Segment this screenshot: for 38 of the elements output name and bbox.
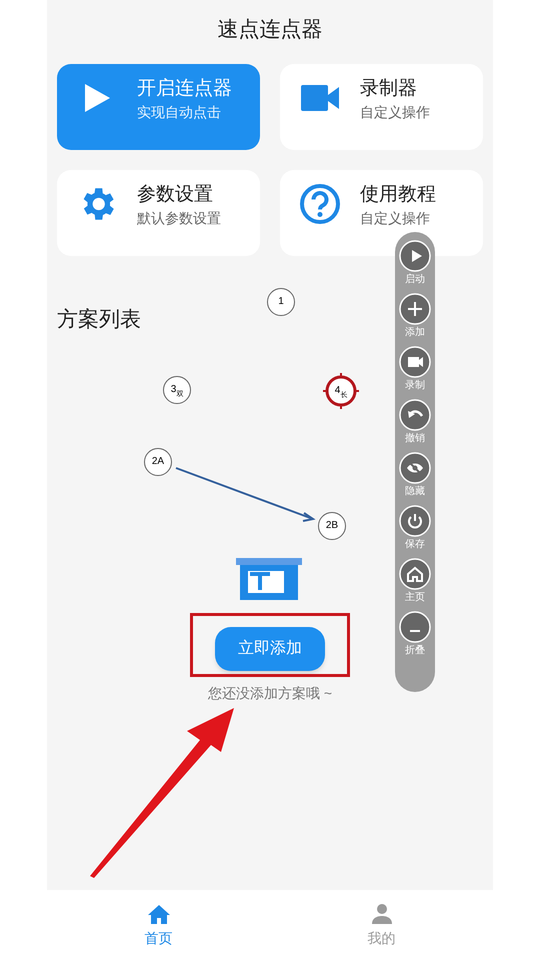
section-title: 方案列表	[57, 307, 141, 333]
play-icon	[399, 240, 431, 272]
home-icon	[146, 902, 172, 926]
toolbar-button[interactable]: 撤销	[399, 399, 431, 446]
card-subtitle: 自定义操作	[360, 209, 431, 228]
toolbar-button[interactable]: 录制	[399, 346, 431, 393]
feature-card[interactable]: 开启连点器 实现自动点击	[57, 64, 260, 150]
card-subtitle: 实现自动点击	[137, 103, 222, 122]
card-title: 使用教程	[360, 183, 436, 207]
card-subtitle: 默认参数设置	[137, 209, 221, 228]
toolbar-button[interactable]: 添加	[399, 293, 431, 340]
toolbar-button[interactable]: 保存	[399, 505, 431, 552]
play-icon	[83, 83, 111, 113]
add-now-button[interactable]: 立即添加	[215, 627, 325, 671]
feature-card[interactable]: 参数设置 默认参数设置	[57, 170, 260, 256]
eye-off-icon	[399, 452, 431, 484]
help-icon	[299, 183, 341, 225]
card-subtitle: 自定义操作	[360, 103, 430, 122]
feature-card[interactable]: 使用教程 自定义操作	[280, 170, 483, 256]
plus-icon	[399, 293, 431, 325]
video-camera-icon	[399, 346, 431, 378]
toolbar-button[interactable]: 折叠	[399, 611, 431, 658]
card-title: 开启连点器	[137, 77, 232, 101]
power-icon	[399, 505, 431, 537]
add-box-icon	[236, 558, 302, 600]
empty-message: 您还没添加方案哦 ~	[208, 684, 332, 703]
video-camera-icon	[301, 85, 339, 111]
nav-tab[interactable]: 我的	[270, 890, 493, 960]
feature-card[interactable]: 录制器 自定义操作	[280, 64, 483, 150]
card-title: 录制器	[360, 77, 418, 101]
undo-icon	[399, 399, 431, 431]
app-title: 速点连点器	[218, 17, 322, 43]
toolbar-button[interactable]: 隐藏	[399, 452, 431, 499]
card-title: 参数设置	[137, 183, 214, 207]
home-icon	[399, 558, 431, 590]
minus-icon	[399, 611, 431, 643]
toolbar-button[interactable]: 主页	[399, 558, 431, 605]
nav-tab[interactable]: 首页	[47, 890, 270, 960]
